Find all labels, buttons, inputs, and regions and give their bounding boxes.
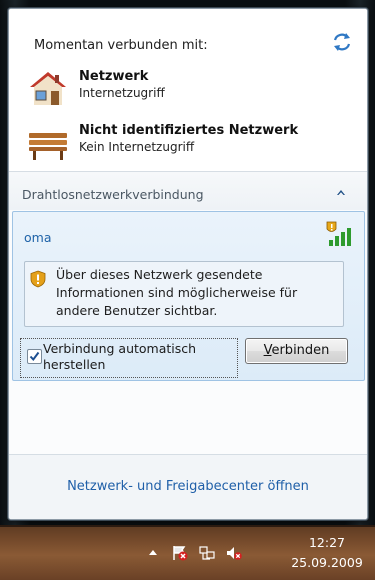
warning-shield-icon: [30, 270, 46, 288]
network-sharing-center-link[interactable]: Netzwerk- und Freigabecenter öffnen: [9, 479, 367, 494]
network-status: Kein Internetzugriff: [79, 140, 195, 154]
house-network-icon: [30, 72, 66, 105]
wireless-section-header[interactable]: Drahtlosnetzwerkverbindung: [9, 172, 367, 210]
connected-title: Momentan verbunden mit:: [34, 38, 208, 53]
checkmark-icon: [29, 351, 40, 362]
volume-muted-icon[interactable]: [226, 545, 242, 561]
network-row-netzwerk[interactable]: Netzwerk Internetzugriff: [27, 69, 347, 107]
wireless-section-label: Drahtlosnetzwerkverbindung: [22, 187, 204, 202]
network-status: Internetzugriff: [79, 86, 165, 100]
taskbar: 12:27 25.09.2009: [0, 525, 375, 580]
bench-network-icon: [29, 133, 67, 160]
auto-connect-option[interactable]: Verbindung automatisch herstellen: [20, 338, 238, 378]
action-center-error-icon[interactable]: [172, 545, 188, 561]
taskbar-top-edge: [0, 525, 375, 527]
clock-date[interactable]: 25.09.2009: [287, 555, 367, 570]
network-row-unidentified[interactable]: Nicht identifiziertes Netzwerk Kein Inte…: [27, 123, 347, 161]
connected-networks-section: Momentan verbunden mit: Netzwerk Interne…: [9, 9, 367, 172]
wifi-signal-unsecured-icon: [326, 221, 351, 246]
wifi-network-item-selected[interactable]: oma Über dieses Netzwerk gesendete Infor…: [12, 211, 365, 381]
refresh-icon[interactable]: [331, 31, 353, 53]
network-icon[interactable]: [199, 545, 215, 561]
auto-connect-label: Verbindung automatisch herstellen: [43, 341, 197, 372]
warning-text: Über dieses Netzwerk gesendete Informati…: [56, 267, 298, 318]
flyout-footer: Netzwerk- und Freigabecenter öffnen: [9, 454, 367, 519]
show-hidden-icons-arrow-icon[interactable]: [145, 545, 161, 561]
network-name: Nicht identifiziertes Netzwerk: [79, 123, 299, 138]
security-warning: Über dieses Netzwerk gesendete Informati…: [24, 261, 344, 327]
network-flyout: Momentan verbunden mit: Netzwerk Interne…: [8, 8, 368, 520]
connect-button[interactable]: Verbinden: [245, 338, 348, 364]
chevron-up-icon[interactable]: [336, 188, 346, 196]
clock-time[interactable]: 12:27: [297, 535, 357, 550]
auto-connect-checkbox[interactable]: [27, 349, 42, 364]
wifi-ssid: oma: [24, 230, 52, 245]
network-name: Netzwerk: [79, 69, 149, 84]
connect-button-label: erbinden: [271, 343, 330, 358]
